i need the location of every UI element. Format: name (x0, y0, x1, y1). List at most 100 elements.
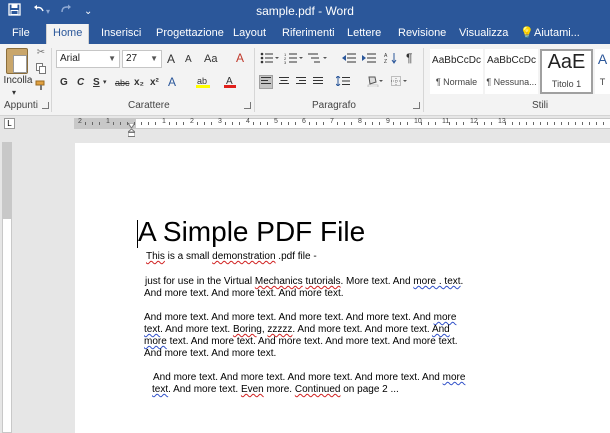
style-preview: AaBbCcDc (432, 55, 481, 66)
ruler-tick (512, 122, 513, 125)
paragraph-4-line-1[interactable]: And more text. And more text. And more t… (153, 372, 465, 385)
document-heading[interactable]: A Simple PDF File (138, 216, 365, 248)
font-name-select[interactable]: Arial ▼ (56, 50, 120, 68)
font-size-select[interactable]: 27 ▼ (122, 50, 162, 68)
paste-icon[interactable] (6, 48, 28, 74)
font-launcher-icon[interactable] (244, 102, 251, 109)
paragraph-2-line-2[interactable]: And more text. And more text. And more t… (144, 288, 344, 301)
align-left-button[interactable] (259, 75, 273, 89)
tab-lettere[interactable]: Lettere (341, 24, 387, 44)
decrease-indent-icon[interactable] (342, 52, 356, 69)
bold-button[interactable]: G (60, 76, 68, 90)
ruler-tick (239, 122, 240, 125)
format-painter-icon[interactable] (35, 80, 47, 96)
text-run: . (460, 276, 464, 287)
title-bar: ▾ ⌄ sample.pdf - Word (0, 0, 610, 24)
clear-formatting-icon[interactable]: A (236, 51, 244, 65)
paste-button[interactable]: Incolla (2, 74, 34, 88)
change-case-icon[interactable]: Aa (204, 52, 217, 66)
strikethrough-button[interactable]: abc (115, 76, 130, 90)
tab-home[interactable]: Home (46, 24, 90, 44)
tab-riferimenti[interactable]: Riferimenti (276, 24, 341, 44)
ruler-number: 2 (190, 118, 194, 125)
style-no-spacing[interactable]: AaBbCcDc ¶ Nessuna... (485, 49, 538, 94)
line-spacing-icon[interactable] (335, 75, 354, 91)
ruler-tick (456, 122, 457, 125)
text-run: on page 2 ... (340, 384, 399, 395)
tab-progettazione[interactable]: Progettazione (150, 24, 230, 44)
paragraph-4-line-2[interactable]: text. And more text. Even more. Continue… (152, 384, 399, 397)
style-name: ¶ Nessuna... (486, 77, 537, 87)
paragraph-3-line-3[interactable]: more text. And more text. And more text.… (144, 336, 458, 349)
document-page[interactable]: A Simple PDF File This is a small demons… (75, 143, 610, 433)
ruler-tick (428, 122, 429, 125)
increase-indent-icon[interactable] (362, 52, 376, 69)
show-formatting-marks-icon[interactable]: ¶ (406, 51, 412, 65)
align-center-button[interactable] (277, 76, 291, 91)
ruler-tick (197, 122, 198, 125)
style-heading-2[interactable]: A T (595, 49, 610, 94)
highlight-color-icon[interactable]: ab (196, 75, 210, 93)
paragraph-1[interactable]: This is a small demonstration .pdf file … (146, 251, 317, 264)
italic-button[interactable]: C (77, 76, 84, 90)
ruler-tick (99, 122, 100, 125)
ruler-tick (260, 122, 261, 125)
text-effects-icon[interactable]: A (168, 75, 176, 89)
underline-button[interactable]: S (93, 76, 100, 90)
align-right-button[interactable] (294, 76, 308, 91)
font-color-icon[interactable]: A (224, 75, 236, 93)
grow-font-icon[interactable]: A (167, 52, 175, 66)
ruler-tick (309, 122, 310, 125)
style-normal[interactable]: AaBbCcDc ¶ Normale (430, 49, 483, 94)
paste-dropdown-icon[interactable]: ▾ (12, 86, 16, 100)
tab-revisione[interactable]: Revisione (392, 24, 452, 44)
superscript-button[interactable]: x² (150, 76, 159, 90)
shading-icon[interactable] (366, 75, 384, 92)
paragraph-3-line-4[interactable]: And more text. And more text. (144, 348, 276, 361)
ruler-tick (463, 122, 464, 125)
cut-icon[interactable]: ✂ (36, 46, 46, 60)
tab-aiutami[interactable]: Aiutami... (528, 24, 586, 44)
justify-button[interactable] (311, 76, 325, 91)
paragraph-3-line-1[interactable]: And more text. And more text. And more t… (144, 312, 456, 325)
ruler-tick (421, 122, 422, 125)
tab-visualizza[interactable]: Visualizza (453, 24, 514, 44)
svg-text:ab: ab (197, 76, 207, 86)
vertical-ruler[interactable] (2, 142, 12, 433)
hanging-indent-marker[interactable] (126, 124, 137, 137)
ruler-tick (281, 122, 282, 125)
multilevel-list-icon[interactable] (308, 52, 328, 69)
underline-dropdown-icon[interactable]: ▾ (103, 76, 107, 90)
paragraph-launcher-icon[interactable] (413, 102, 420, 109)
borders-icon[interactable] (391, 76, 409, 91)
chevron-down-icon: ▼ (150, 54, 158, 63)
clipboard-launcher-icon[interactable] (42, 102, 49, 109)
tab-inserisci[interactable]: Inserisci (95, 24, 147, 44)
grammar-flag: more (442, 372, 466, 383)
copy-icon[interactable] (36, 63, 46, 79)
ruler-tick (155, 122, 156, 125)
text-run: And more text. And more text. And more t… (144, 312, 434, 323)
grammar-flag: text (144, 324, 161, 335)
tab-selector[interactable]: L (4, 118, 15, 129)
style-heading-1[interactable]: AaE Titolo 1 (540, 49, 593, 94)
chevron-down-icon: ▼ (108, 54, 116, 63)
sort-icon[interactable]: AZ (384, 52, 398, 69)
numbering-icon[interactable]: 123 (284, 52, 304, 69)
paragraph-2-line-1[interactable]: just for use in the Virtual Mechanics tu… (145, 276, 463, 289)
horizontal-ruler[interactable]: 2 1 1 2 3 4 5 6 7 8 9 10 11 12 13 (74, 118, 610, 137)
spell-flag: Mechanics (254, 276, 303, 287)
ruler-tick (204, 122, 205, 125)
ruler-number: 3 (218, 118, 222, 125)
tab-file[interactable]: File (6, 24, 36, 44)
ruler-tick (344, 122, 345, 125)
paragraph-3-line-2[interactable]: text. And more text. Boring, zzzzz. And … (144, 324, 450, 337)
group-divider (51, 48, 52, 112)
subscript-button[interactable]: x₂ (134, 76, 144, 90)
text-run: .pdf file - (275, 251, 317, 262)
ruler-tick (288, 122, 289, 125)
grammar-flag: And (431, 324, 450, 335)
tab-layout[interactable]: Layout (227, 24, 272, 44)
shrink-font-icon[interactable]: A (185, 53, 192, 67)
bullets-icon[interactable] (260, 52, 280, 69)
